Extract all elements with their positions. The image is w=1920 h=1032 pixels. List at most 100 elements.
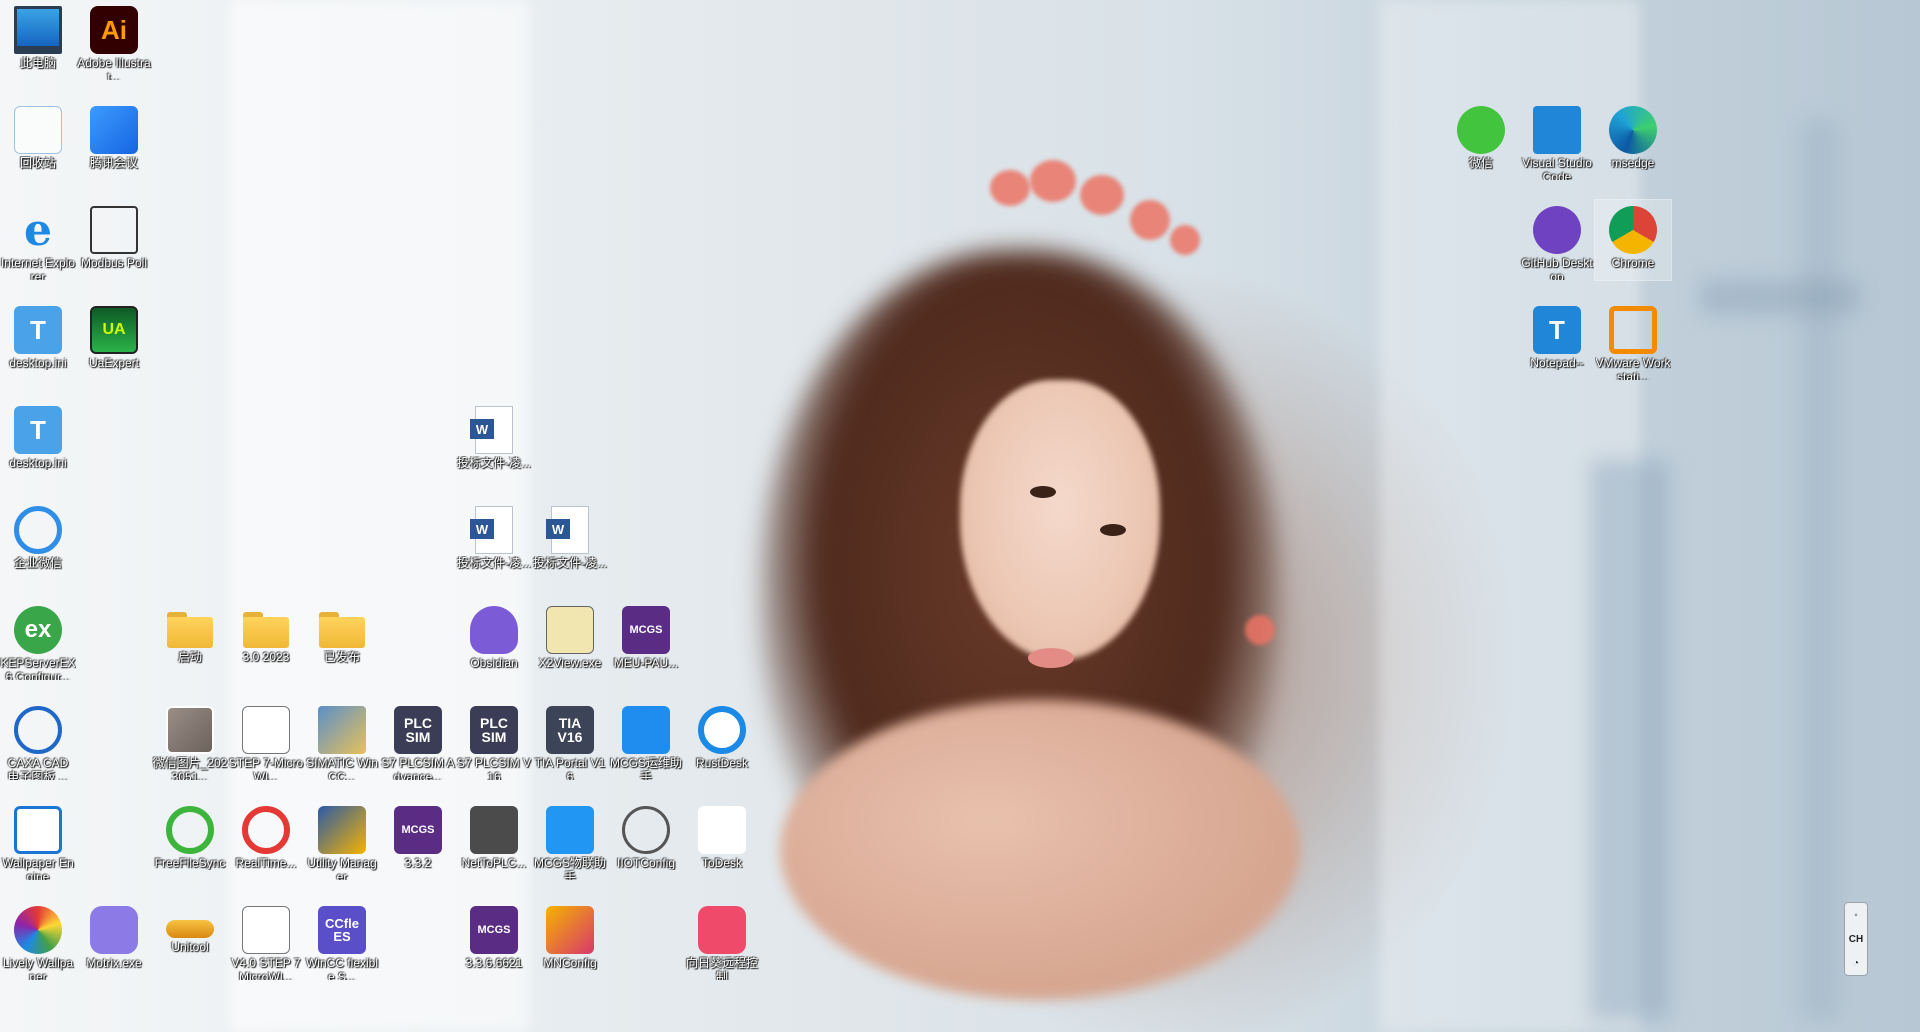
recycle-bin-icon: [14, 106, 62, 154]
desktop-icon-label: NetToPLC...: [461, 856, 527, 870]
desktop-icon-label: MNConfig: [543, 956, 597, 970]
desktop-icon-kepserver[interactable]: ex KEPServerEX 6 Configur...: [0, 600, 76, 680]
desktop-icon-wincc-flexible[interactable]: CCfle ES WinCC flexible S...: [304, 900, 380, 980]
word-glyph: W: [470, 519, 494, 539]
desktop-icon-tia-portal[interactable]: TIA V16 TIA Portal V16: [532, 700, 608, 780]
desktop-icon-mcgs-ops[interactable]: MCGS运维助手: [608, 700, 684, 780]
desktop-icon-label: RustDesk: [695, 756, 748, 770]
desktop-icon-obsidian[interactable]: Obsidian: [456, 600, 532, 680]
desktop-icon-word-doc[interactable]: W 投标文件-凌...: [532, 500, 608, 580]
wecom-icon: [14, 506, 62, 554]
desktop-icon-vmware[interactable]: VMware Workstati...: [1595, 300, 1671, 380]
step7-microwin-icon: [242, 706, 290, 754]
icon-glyph: ex: [24, 616, 52, 643]
ime-language-bar[interactable]: ◦ CH ◔: [1844, 902, 1868, 976]
desktop-icon-label: WinCC flexible S...: [305, 956, 378, 980]
simatic-wincc-icon: [318, 706, 366, 754]
desktop-icon-label: FreeFileSync: [154, 856, 226, 870]
desktop-icon-recycle-bin[interactable]: 回收站: [0, 100, 76, 180]
mcgs-icon: MCGS: [394, 806, 442, 854]
desktop-icon-lively-wallpaper[interactable]: Lively Wallpaper: [0, 900, 76, 980]
desktop-icon-mcgs-iot[interactable]: MCGS物联助手: [532, 800, 608, 880]
desktop-icon-step7-microwin[interactable]: STEP 7-MicroWI...: [228, 700, 304, 780]
desktop-icon-internet-explorer[interactable]: e Internet Explorer: [0, 200, 76, 281]
desktop-icon-plcsim[interactable]: PLC SIM S7 PLCSIM V16: [456, 700, 532, 780]
desktop-icon-label: SIMATIC WinCC...: [306, 756, 378, 780]
desktop-icon-this-pc[interactable]: 此电脑: [0, 0, 76, 80]
desktop-icon-label: 启动: [177, 650, 202, 664]
desktop-icon-x2view[interactable]: X2View.exe: [532, 600, 608, 680]
desktop-icon-motrix[interactable]: Motrix.exe: [76, 900, 152, 980]
desktop-icon-notepad[interactable]: T Notepad--: [1519, 300, 1595, 380]
desktop-icon-nettoplc[interactable]: NetToPLC...: [456, 800, 532, 880]
desktop-icon-uaexpert[interactable]: UA UaExpert: [76, 300, 152, 380]
desktop-icon-label: Chrome: [1611, 256, 1655, 270]
desktop-icon-iiotconfig[interactable]: IIOTConfig: [608, 800, 684, 880]
desktop-icon-word-doc[interactable]: W 投标文件-凌...: [456, 500, 532, 580]
desktop-icon-todesk[interactable]: ToDesk: [684, 800, 760, 880]
desktop-icon-mcgs[interactable]: MCGS 3.3.2: [380, 800, 456, 880]
desktop-icon-rustdesk[interactable]: RustDesk: [684, 700, 760, 780]
desktop-icon-mnconfig[interactable]: MNConfig: [532, 900, 608, 980]
unitool-icon: [166, 920, 214, 938]
desktop-icon-vscode[interactable]: Visual Studio Code: [1519, 100, 1595, 180]
desktop-icon-label: X2View.exe: [538, 656, 602, 670]
nettoplc-icon: [470, 806, 518, 854]
desktop-icon-simatic-wincc[interactable]: SIMATIC WinCC...: [304, 700, 380, 780]
icon-glyph: PLC SIM: [480, 715, 508, 745]
desktop-icon-caxa-cad[interactable]: CAXA CAD 电子图板 ...: [0, 700, 76, 780]
desktop-icon-wecom[interactable]: 企业微信: [0, 500, 76, 580]
caxa-cad-icon: [14, 706, 62, 754]
utility-manager-icon: [318, 806, 366, 854]
desktop-icon-label: 微信图片_2023051...: [152, 756, 228, 780]
desktop-icon-unitool[interactable]: Unitool: [152, 900, 228, 980]
desktop-icon-chrome[interactable]: Chrome: [1594, 199, 1672, 281]
lively-wallpaper-icon: [14, 906, 62, 954]
desktop-icon-utility-manager[interactable]: Utility Manager: [304, 800, 380, 880]
desktop-icon-folder[interactable]: 启动: [152, 600, 228, 680]
image-file-icon: [166, 706, 214, 754]
desktop-icon-modbus-poll[interactable]: Modbus Poll: [76, 200, 152, 280]
desktop-icon-label: Internet Explorer: [0, 256, 76, 280]
desktop-icon-label: Utility Manager: [307, 856, 377, 880]
desktop-icon-mcgs[interactable]: MCGS MEU-PAU...: [608, 600, 684, 680]
desktop-icon-label: 企业微信: [13, 556, 62, 570]
desktop-icon-label: Adobe Illustrat...: [77, 56, 151, 80]
desktop-icon-wechat[interactable]: 微信: [1443, 100, 1519, 180]
desktop-icon-label: 向日葵远程控制: [685, 956, 758, 980]
desktop-icon-mcgs[interactable]: MCGS 3.3.6.6621: [456, 900, 532, 980]
desktop-icon-github-desktop[interactable]: GitHub Desktop: [1519, 200, 1595, 280]
desktop-icon-folder[interactable]: 3.0 2023: [228, 600, 304, 680]
step7-v4-icon: [242, 906, 290, 954]
word-doc-icon: W: [546, 506, 589, 554]
tencent-meeting-icon: [90, 106, 138, 154]
desktop-icon-sunlogin[interactable]: 向日葵远程控制: [684, 900, 760, 980]
desktop-icon-label: Lively Wallpaper: [2, 956, 74, 980]
desktop-icon-edge[interactable]: msedge: [1595, 100, 1671, 180]
desktop-icon-freefilesync[interactable]: FreeFileSync: [152, 800, 228, 880]
notepad-icon: T: [1533, 306, 1581, 354]
desktop-icon-folder[interactable]: 已发布: [304, 600, 380, 680]
desktop-icon-word-doc[interactable]: W 投标文件-凌...: [456, 400, 532, 480]
desktop-icon-tencent-meeting[interactable]: 腾讯会议: [76, 100, 152, 180]
mcgs-iot-icon: [546, 806, 594, 854]
desktop-icon-realtimesync[interactable]: RealTime...: [228, 800, 304, 880]
desktop-icon-wallpaper-engine[interactable]: Wallpaper Engine: [0, 800, 76, 880]
adobe-illustrator-icon: Ai: [90, 6, 138, 54]
desktop-icon-plcsim-advanced[interactable]: PLC SIM S7 PLCSIM Advance...: [380, 700, 456, 780]
desktop-icon-adobe-illustrator[interactable]: Ai Adobe Illustrat...: [76, 0, 152, 80]
icon-glyph: PLC SIM: [404, 715, 432, 745]
icon-glyph: CCfle ES: [325, 916, 359, 944]
icon-glyph: MCGS: [477, 924, 511, 936]
desktop-icon-label: Motrix.exe: [86, 956, 142, 970]
desktop-icon-label: UaExpert: [88, 356, 140, 370]
desktop-icon-label: 3.0 2023: [242, 650, 290, 664]
desktop-icon-label: CAXA CAD 电子图板 ...: [7, 756, 69, 780]
desktop-icon-text-file[interactable]: Tdesktop.ini: [0, 400, 76, 480]
desktop-icon-label: 投标文件-凌...: [533, 556, 607, 570]
desktop-icon-step7-v4[interactable]: V4.0 STEP 7 MicroWI...: [228, 900, 304, 980]
desktop-icon-image-file[interactable]: 微信图片_2023051...: [152, 700, 228, 780]
desktop-icon-text-file[interactable]: Tdesktop.ini: [0, 300, 76, 380]
icon-glyph: MCGS: [401, 824, 435, 836]
kepserver-icon: ex: [14, 606, 62, 654]
